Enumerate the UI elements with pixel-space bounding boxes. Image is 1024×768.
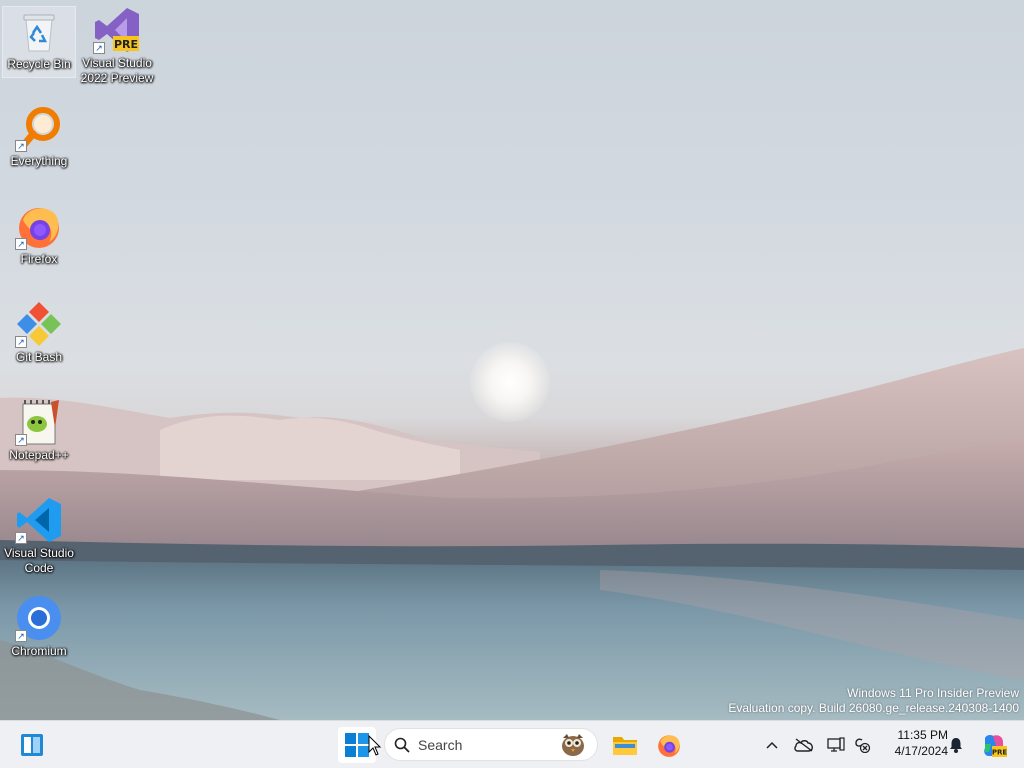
watermark-line-1: Windows 11 Pro Insider Preview [847, 686, 1019, 700]
search-highlight-icon [562, 734, 584, 756]
notifications-button[interactable] [946, 727, 966, 763]
desktop-icon-chromium[interactable]: ↗ Chromium [2, 594, 76, 659]
copilot-icon: PRE [984, 735, 1007, 757]
desktop-icon-everything[interactable]: ↗ Everything [2, 104, 76, 169]
taskbar-search-box[interactable]: Search [384, 728, 598, 761]
onedrive-offline-icon [794, 738, 813, 752]
notepad-plus-plus-icon: ↗ [15, 398, 63, 446]
everything-search-icon: ↗ [15, 104, 63, 152]
network-disconnected-icon [855, 738, 871, 753]
pre-badge: PRE [114, 38, 138, 51]
chromium-icon: ↗ [15, 594, 63, 642]
desktop[interactable]: Recycle Bin PRE ↗ Visual Studio 2022 Pre… [0, 0, 1024, 720]
shortcut-arrow-icon: ↗ [15, 630, 27, 642]
taskbar-clock[interactable]: 11:35 PM 4/17/2024 [878, 727, 948, 759]
desktop-icon-visual-studio-preview[interactable]: PRE ↗ Visual Studio 2022 Preview [80, 6, 154, 86]
file-explorer-icon [613, 737, 637, 755]
onedrive-button[interactable] [792, 727, 816, 763]
notification-bell-icon [950, 738, 962, 753]
shortcut-arrow-icon: ↗ [15, 238, 27, 250]
display-icon [827, 737, 845, 752]
search-placeholder: Search [418, 737, 463, 753]
desktop-icon-label: Recycle Bin [7, 57, 71, 71]
taskbar: Search 11:35 PM 4/17/2024 PRE [0, 720, 1024, 768]
file-explorer-button[interactable] [606, 727, 644, 763]
shortcut-arrow-icon: ↗ [15, 336, 27, 348]
firefox-icon [658, 735, 680, 757]
evaluation-watermark: Windows 11 Pro Insider Preview Evaluatio… [728, 686, 1019, 716]
widgets-icon [21, 734, 43, 756]
desktop-icon-vscode[interactable]: ↗ Visual Studio Code [2, 496, 76, 576]
mouse-cursor-icon [368, 735, 382, 756]
desktop-icon-label: Firefox [20, 252, 58, 266]
shortcut-arrow-icon: ↗ [93, 42, 105, 54]
git-bash-icon: ↗ [15, 300, 63, 348]
desktop-icon-label: Git Bash [15, 350, 63, 364]
clock-date: 4/17/2024 [894, 744, 948, 758]
desktop-icon-recycle-bin[interactable]: Recycle Bin [2, 6, 76, 78]
desktop-icon-notepad-plus-plus[interactable]: ↗ Notepad++ [2, 398, 76, 463]
start-icon [345, 733, 369, 757]
search-icon [394, 737, 410, 753]
shortcut-arrow-icon: ↗ [15, 532, 27, 544]
copilot-button[interactable]: PRE [978, 727, 1010, 763]
vscode-icon: ↗ [15, 496, 63, 544]
show-hidden-icons-button[interactable] [762, 727, 782, 763]
desktop-icon-label: Everything [10, 154, 68, 168]
clock-time: 11:35 PM [897, 728, 948, 742]
network-button[interactable] [850, 727, 874, 763]
shortcut-arrow-icon: ↗ [15, 434, 27, 446]
firefox-taskbar-button[interactable] [650, 727, 688, 763]
visual-studio-preview-icon: PRE ↗ [93, 6, 141, 54]
desktop-icon-label: Chromium [11, 644, 67, 658]
desktop-icon-firefox[interactable]: ↗ Firefox [2, 202, 76, 267]
shortcut-arrow-icon: ↗ [15, 140, 27, 152]
desktop-icon-label: Visual Studio Code [4, 546, 74, 575]
wallpaper-sun [470, 342, 550, 422]
desktop-icon-label: Visual Studio 2022 Preview [80, 56, 154, 85]
chevron-up-icon [766, 741, 778, 749]
desktop-icon-git-bash[interactable]: ↗ Git Bash [2, 300, 76, 365]
recycle-bin-icon [15, 7, 63, 55]
watermark-line-2: Evaluation copy. Build 26080.ge_release.… [728, 701, 1019, 715]
copilot-pre-badge: PRE [992, 749, 1007, 757]
widgets-button[interactable] [14, 727, 50, 763]
display-button[interactable] [824, 727, 848, 763]
desktop-icon-label: Notepad++ [9, 448, 69, 462]
firefox-icon: ↗ [15, 202, 63, 250]
